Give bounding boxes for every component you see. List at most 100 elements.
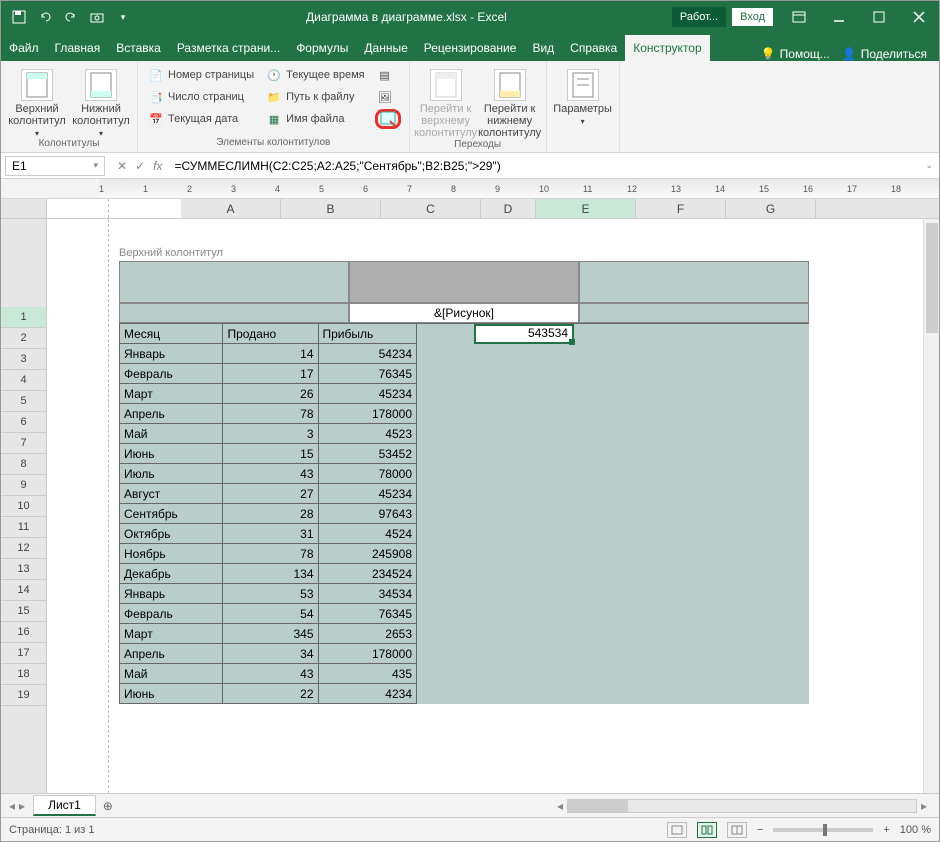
tab-formulas[interactable]: Формулы	[288, 35, 356, 61]
login-button[interactable]: Вход	[732, 8, 773, 26]
add-sheet-button[interactable]: ⊕	[96, 799, 120, 813]
row-header-8[interactable]: 8	[1, 454, 46, 475]
col-header-B[interactable]: B	[281, 199, 381, 218]
cancel-formula-icon[interactable]: ✕	[117, 159, 127, 173]
qat-more-icon[interactable]: ▾	[115, 9, 131, 25]
header-region[interactable]: &[Рисунок]	[119, 261, 809, 323]
table-row[interactable]: Февраль5476345	[120, 604, 417, 624]
table-row[interactable]: Февраль1776345	[120, 364, 417, 384]
table-row[interactable]: Июль4378000	[120, 464, 417, 484]
vertical-scrollbar[interactable]	[923, 219, 939, 793]
tab-view[interactable]: Вид	[524, 35, 562, 61]
row-header-15[interactable]: 15	[1, 601, 46, 622]
selected-cell[interactable]: 543534	[474, 324, 574, 344]
picture-button[interactable]: 🖼	[375, 87, 401, 107]
zoom-level[interactable]: 100 %	[900, 824, 931, 836]
name-box[interactable]: E1▾	[5, 156, 105, 176]
page-break-view-button[interactable]	[727, 822, 747, 838]
zoom-out-button[interactable]: −	[757, 824, 763, 836]
table-row[interactable]: Август2745234	[120, 484, 417, 504]
formula-input[interactable]: =СУММЕСЛИМН(C2:C25;A2:A25;"Сентябрь";B2:…	[170, 159, 919, 173]
tab-insert[interactable]: Вставка	[108, 35, 169, 61]
undo-icon[interactable]	[37, 9, 53, 25]
close-button[interactable]	[899, 1, 939, 33]
zoom-in-button[interactable]: +	[883, 824, 889, 836]
expand-formula-icon[interactable]: ⌄	[919, 160, 939, 171]
row-header-14[interactable]: 14	[1, 580, 46, 601]
table-row[interactable]: Октябрь314524	[120, 524, 417, 544]
row-header-6[interactable]: 6	[1, 412, 46, 433]
header-button[interactable]: Верхний колонтитул ▾	[9, 65, 65, 138]
row-header-18[interactable]: 18	[1, 664, 46, 685]
table-row[interactable]: Январь1454234	[120, 344, 417, 364]
table-row[interactable]: Март2645234	[120, 384, 417, 404]
sheet-nav-next-icon[interactable]: ▸	[19, 799, 25, 813]
data-table[interactable]: МесяцПроданоПрибыль Январь1454234Февраль…	[119, 323, 417, 704]
format-picture-button[interactable]	[375, 109, 401, 129]
goto-footer-button[interactable]: Перейти к нижнему колонтитулу	[482, 65, 538, 139]
table-row[interactable]: Сентябрь2897643	[120, 504, 417, 524]
sheet-tab[interactable]: Лист1	[33, 795, 96, 816]
tab-home[interactable]: Главная	[47, 35, 109, 61]
table-row[interactable]: Март3452653	[120, 624, 417, 644]
page-number-button[interactable]: 📄Номер страницы	[146, 65, 256, 85]
table-row[interactable]: Июнь224234	[120, 684, 417, 704]
current-date-button[interactable]: 📅Текущая дата	[146, 109, 256, 129]
row-header-5[interactable]: 5	[1, 391, 46, 412]
table-row[interactable]: Апрель78178000	[120, 404, 417, 424]
col-header-G[interactable]: G	[726, 199, 816, 218]
tell-me-button[interactable]: 💡 Помощ...	[761, 47, 830, 61]
options-button[interactable]: Параметры ▾	[555, 65, 611, 126]
col-header-E[interactable]: E	[536, 199, 636, 218]
table-row[interactable]: Май34523	[120, 424, 417, 444]
table-header[interactable]: Продано	[223, 324, 318, 344]
page-layout-view-button[interactable]	[697, 822, 717, 838]
select-all-corner[interactable]	[1, 199, 47, 218]
col-header-D[interactable]: D	[481, 199, 536, 218]
maximize-button[interactable]	[859, 1, 899, 33]
tab-help[interactable]: Справка	[562, 35, 625, 61]
share-button[interactable]: 👤 Поделиться	[842, 47, 927, 61]
table-row[interactable]: Ноябрь78245908	[120, 544, 417, 564]
row-header-12[interactable]: 12	[1, 538, 46, 559]
minimize-button[interactable]	[819, 1, 859, 33]
normal-view-button[interactable]	[667, 822, 687, 838]
file-path-button[interactable]: 📁Путь к файлу	[264, 87, 366, 107]
enter-formula-icon[interactable]: ✓	[135, 159, 145, 173]
header-center-content[interactable]: &[Рисунок]	[349, 303, 579, 323]
page-count-button[interactable]: 📑Число страниц	[146, 87, 256, 107]
tab-page-layout[interactable]: Разметка страни...	[169, 35, 288, 61]
table-header[interactable]: Прибыль	[318, 324, 417, 344]
file-name-button[interactable]: ▦Имя файла	[264, 109, 366, 129]
ribbon-options-icon[interactable]	[779, 1, 819, 33]
table-row[interactable]: Июнь1553452	[120, 444, 417, 464]
tab-design[interactable]: Конструктор	[625, 35, 709, 61]
row-header-10[interactable]: 10	[1, 496, 46, 517]
fx-icon[interactable]: fx	[153, 159, 162, 173]
sheet-nav-prev-icon[interactable]: ◂	[9, 799, 15, 813]
row-header-4[interactable]: 4	[1, 370, 46, 391]
redo-icon[interactable]	[63, 9, 79, 25]
row-header-17[interactable]: 17	[1, 643, 46, 664]
table-header[interactable]: Месяц	[120, 324, 223, 344]
tab-review[interactable]: Рецензирование	[416, 35, 525, 61]
tab-data[interactable]: Данные	[356, 35, 415, 61]
save-icon[interactable]	[11, 9, 27, 25]
footer-button[interactable]: Нижний колонтитул ▾	[73, 65, 129, 138]
col-header-C[interactable]: C	[381, 199, 481, 218]
horizontal-scrollbar[interactable]: ◂ ▸	[120, 799, 939, 813]
row-header-1[interactable]: 1	[1, 307, 46, 328]
row-header-11[interactable]: 11	[1, 517, 46, 538]
row-header-16[interactable]: 16	[1, 622, 46, 643]
tab-file[interactable]: Файл	[1, 35, 47, 61]
row-header-3[interactable]: 3	[1, 349, 46, 370]
camera-icon[interactable]	[89, 9, 105, 25]
row-header-2[interactable]: 2	[1, 328, 46, 349]
sheet-name-button[interactable]: ▤	[375, 65, 401, 85]
zoom-slider[interactable]	[773, 828, 873, 832]
table-row[interactable]: Апрель34178000	[120, 644, 417, 664]
row-header-19[interactable]: 19	[1, 685, 46, 706]
row-header-9[interactable]: 9	[1, 475, 46, 496]
table-row[interactable]: Январь5334534	[120, 584, 417, 604]
row-header-13[interactable]: 13	[1, 559, 46, 580]
